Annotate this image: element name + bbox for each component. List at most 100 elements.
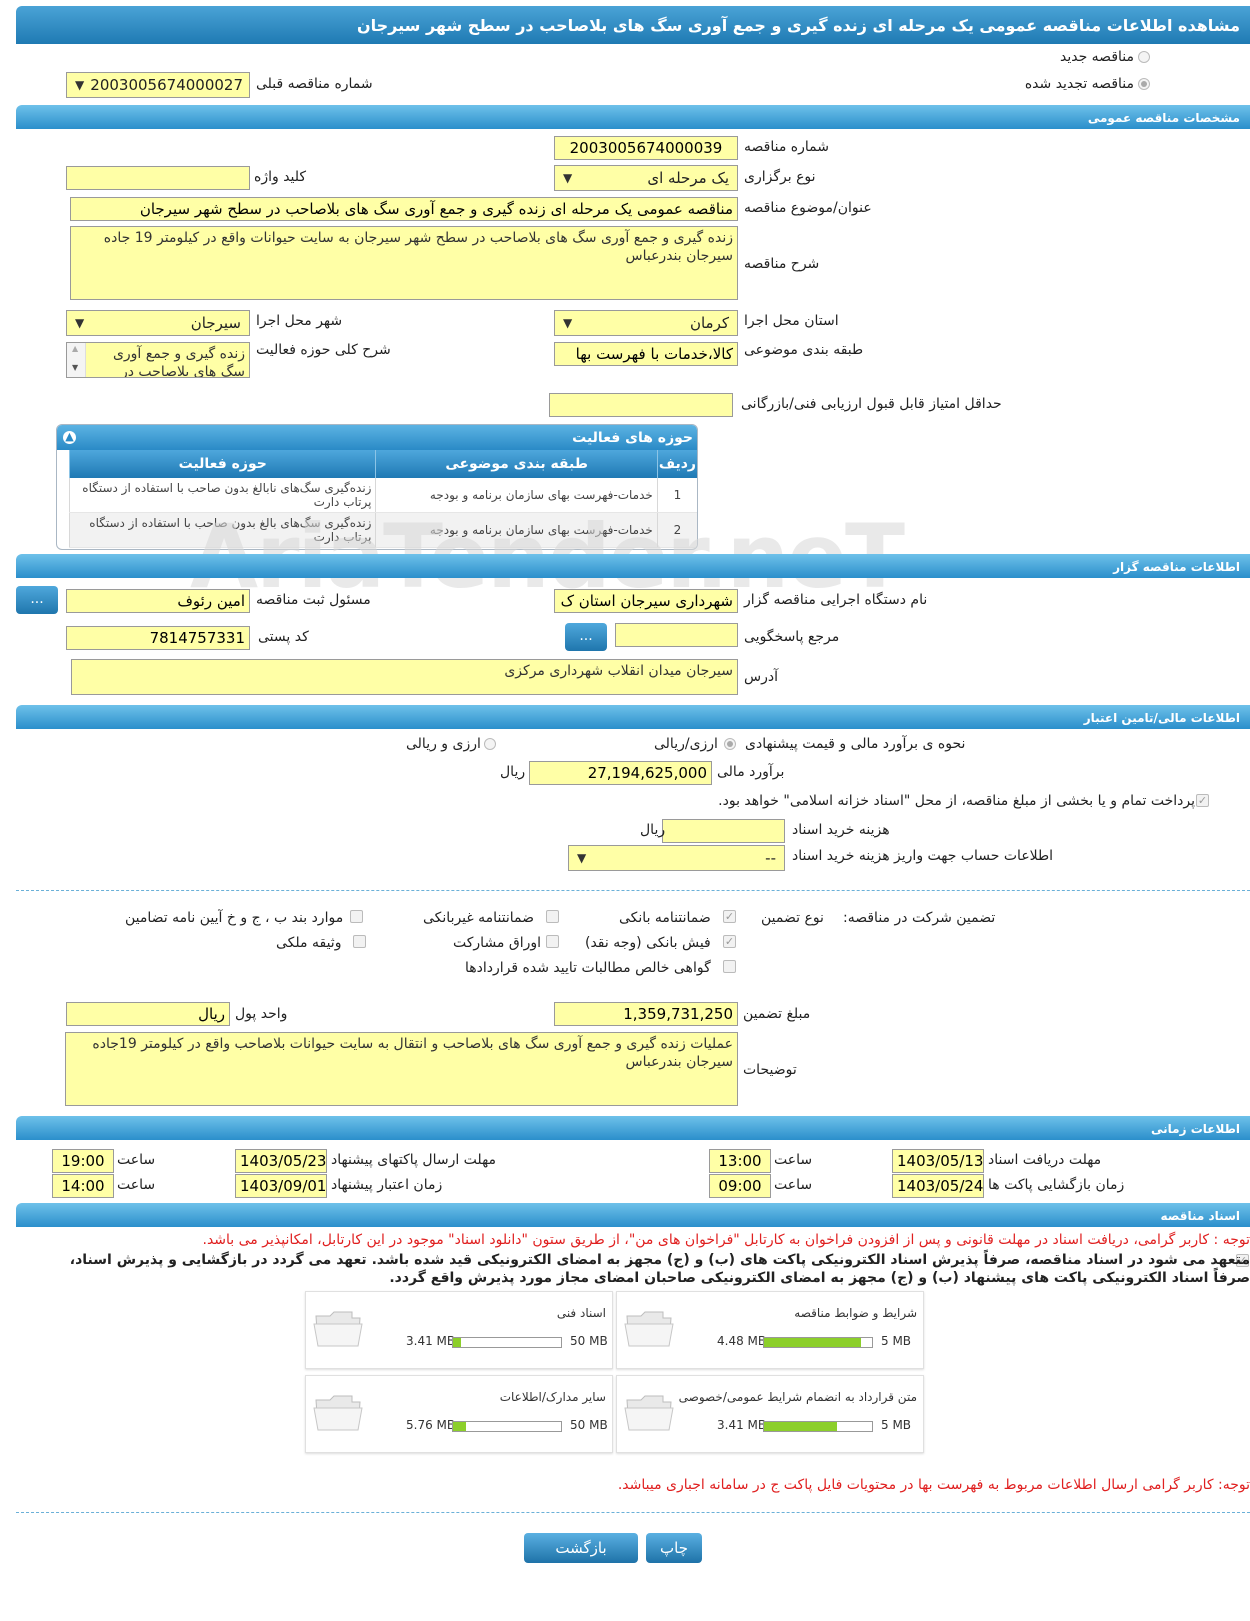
activity-field[interactable]: زنده گیری و جمع آوری سگ های بلاصاحب در [66,342,250,378]
bank-receipt-checkbox[interactable]: ✓ [723,935,736,948]
renewed-tender-label: مناقصه تجدید شده [1024,76,1134,92]
keyword-label: کلید واژه [254,169,307,185]
type-label: نوع برگزاری [744,169,816,185]
bonds-label: اوراق مشارکت [453,935,542,951]
city-label: شهر محل اجرا [256,313,343,329]
doc-deadline-date[interactable]: 1403/05/13 [892,1149,984,1173]
category-field[interactable]: کالا،خدمات با فهرست بها [554,342,738,366]
officer-field[interactable]: امین رئوف [66,589,250,613]
send-deadline-label: مهلت ارسال پاکتهای پیشنهاد [331,1152,497,1168]
column-header-field: حوزه فعالیت [68,450,376,478]
bonds-checkbox[interactable] [546,935,559,948]
commit-text-line1: متعهد می شود در اسناد مناقصه، صرفاً پذیر… [69,1252,1250,1268]
file-capacity: 5 MB [881,1334,912,1348]
file-tile[interactable]: اسناد فنی 3.41 MB 50 MB [305,1291,613,1369]
currency-field[interactable]: ریال [66,1002,230,1026]
method-opt2-radio[interactable] [484,738,496,750]
province-select[interactable]: کرمان ▼ [554,310,738,336]
open-date[interactable]: 1403/05/24 [892,1174,984,1198]
file-name: اسناد فنی [556,1306,606,1320]
city-select[interactable]: سیرجان ▼ [66,310,250,336]
doc-deadline-time[interactable]: 13:00 [709,1149,771,1173]
province-value: کرمان [689,314,729,332]
scroll-down-icon[interactable]: ▼ [72,363,78,372]
certificate-label: گواهی خالص مطالبات تایید شده قراردادها [465,960,711,976]
commit-text-line2: صرفاً اسناد الکترونیکی پاکت های پیشنهاد … [389,1270,1250,1286]
tender-number-field[interactable]: 2003005674000039 [554,136,738,160]
collapse-icon[interactable]: ▲ [63,431,76,444]
org-field[interactable]: شهرداری سیرجان استان ک [554,589,738,613]
scroll-up-icon[interactable]: ▲ [72,344,78,353]
open-time[interactable]: 09:00 [709,1174,771,1198]
desc-field[interactable]: زنده گیری و جمع آوری سگ های بلاصاحب در س… [70,226,738,300]
section-time: اطلاعات زمانی [16,1116,1250,1140]
chevron-down-icon: ▼ [563,316,573,330]
send-deadline-time[interactable]: 19:00 [52,1149,114,1173]
account-select[interactable]: -- ▼ [568,845,785,871]
validity-date[interactable]: 1403/09/01 [235,1174,327,1198]
send-deadline-date[interactable]: 1403/05/23 [235,1149,327,1173]
folder-icon [313,1395,363,1431]
file-capacity: 5 MB [881,1418,912,1432]
ref-field[interactable] [615,623,738,647]
treasury-checkbox[interactable]: ✓ [1196,794,1209,807]
doc-cost-label: هزینه خرید اسناد [792,822,890,838]
section-organizer: اطلاعات مناقصه گزار [16,554,1250,578]
activity-label: شرح کلی حوزه فعالیت [256,342,391,358]
print-button[interactable]: چاپ [646,1533,702,1563]
city-value: سیرجان [190,314,241,332]
file-tile[interactable]: سایر مدارک/اطلاعات 5.76 MB 50 MB [305,1375,613,1453]
file-tile[interactable]: متن قرارداد به انضمام شرایط عمومی/خصوصی … [616,1375,924,1453]
page-title: مشاهده اطلاعات مناقصه عمومی یک مرحله ای … [16,6,1250,44]
address-label: آدرس [744,669,778,685]
renewed-tender-radio[interactable] [1138,78,1150,90]
address-field[interactable]: سیرجان میدان انقلاب شهرداری مرکزی [71,659,738,695]
certificate-checkbox[interactable] [723,960,736,973]
method-opt1-label: ارزی/ریالی [654,736,718,752]
file-used: 5.76 MB [406,1418,456,1432]
clauses-checkbox[interactable] [350,910,363,923]
new-tender-label: مناقصه جدید [1059,49,1134,65]
notes-field[interactable]: عملیات زنده گیری و جمع آوری سگ های بلاصا… [65,1032,738,1106]
new-tender-radio[interactable] [1138,51,1150,63]
prev-number-value: 2003005674000027 [90,76,243,94]
desc-label: شرح مناقصه [744,256,820,272]
officer-lookup-button[interactable]: ... [16,586,58,614]
file-used: 3.41 MB [406,1334,456,1348]
file-tile[interactable]: شرایط و ضوابط مناقصه 4.48 MB 5 MB [616,1291,924,1369]
bank-receipt-label: فیش بانکی (وجه نقد) [585,935,711,951]
notes-label: توضیحات [743,1062,797,1078]
folder-icon [624,1311,674,1347]
estimate-label: برآورد مالی [717,764,785,780]
min-score-field[interactable] [549,393,733,417]
subject-field[interactable]: مناقصه عمومی یک مرحله ای زنده گیری و جمع… [70,197,738,221]
activity-scrollbar[interactable]: ▲ ▼ [67,343,86,377]
tender-number-label: شماره مناقصه [744,139,829,155]
section-general: مشخصات مناقصه عمومی [16,105,1250,129]
column-header-category: طبقه بندی موضوعی [375,450,658,478]
doc-cost-field[interactable] [662,819,785,843]
file-used: 3.41 MB [717,1418,767,1432]
guarantee-type-label: نوع تضمین [761,910,824,926]
prev-number-select[interactable]: 2003005674000027 ▼ [66,72,250,98]
back-button[interactable]: بازگشت [524,1533,638,1563]
docs-notice: توجه : کاربر گرامی، دریافت اسناد در مهلت… [202,1232,1250,1248]
property-checkbox[interactable] [353,935,366,948]
column-header-idx: ردیف [656,450,697,478]
estimate-field[interactable]: 27,194,625,000 [529,761,712,785]
type-select[interactable]: یک مرحله ای ▼ [554,165,738,191]
bank-guarantee-checkbox[interactable]: ✓ [723,910,736,923]
amount-field[interactable]: 1,359,731,250 [554,1002,738,1026]
ref-lookup-button[interactable]: ... [565,623,607,651]
activity-value: زنده گیری و جمع آوری سگ های بلاصاحب در [112,346,245,378]
divider [16,890,1250,891]
treasury-note: پرداخت تمام و یا بخشی از مبلغ مناقصه، از… [718,793,1195,809]
file-usage-bar [452,1337,562,1348]
postal-field[interactable]: 7814757331 [66,626,250,650]
validity-time[interactable]: 14:00 [52,1174,114,1198]
non-bank-checkbox[interactable] [546,910,559,923]
file-name: شرایط و ضوابط مناقصه [794,1306,917,1320]
keyword-field[interactable] [66,166,250,190]
amount-label: مبلغ تضمین [743,1006,811,1022]
method-opt1-radio[interactable] [724,738,736,750]
